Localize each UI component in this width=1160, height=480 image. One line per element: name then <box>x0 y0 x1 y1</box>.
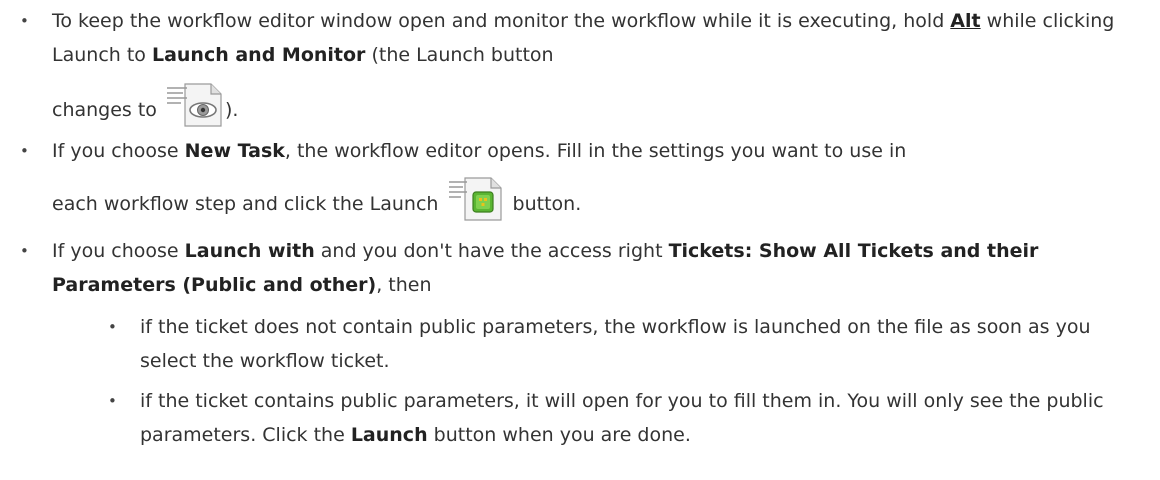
list-item-new-task: • If you choose New Task, the workflow e… <box>0 134 1150 234</box>
item-text: if the ticket does not contain public pa… <box>140 316 1091 372</box>
launch-monitor-eye-icon <box>165 80 223 130</box>
item-text: ). <box>224 99 239 121</box>
bullet: • <box>20 142 29 160</box>
item-text: button. <box>506 193 582 215</box>
item-text: To keep the workflow editor window open … <box>52 10 951 32</box>
launch-label: Launch <box>350 424 428 446</box>
bullet: • <box>20 12 29 30</box>
item-text: button when you are done. <box>427 424 691 446</box>
list-item-launch-with: • If you choose Launch with and you don'… <box>0 234 1150 452</box>
bullet: • <box>108 318 117 336</box>
item-text: If you choose <box>52 140 185 162</box>
sub-bullet-list: • if the ticket does not contain public … <box>52 310 1150 452</box>
item-text: each workflow step and click the Launch <box>52 193 445 215</box>
new-task-label: New Task <box>184 140 285 162</box>
launch-and-monitor-label: Launch and Monitor <box>151 44 366 66</box>
item-text: (the Launch button <box>365 44 554 66</box>
document-body: • To keep the workflow editor window ope… <box>0 0 1160 480</box>
item-text: changes to <box>52 99 163 121</box>
list-item-launch-monitor: • To keep the workflow editor window ope… <box>0 4 1150 134</box>
item-text: , the workflow editor opens. Fill in the… <box>284 140 907 162</box>
item-text: , then <box>376 274 432 296</box>
launch-with-label: Launch with <box>184 240 315 262</box>
bullet-list: • To keep the workflow editor window ope… <box>0 4 1150 458</box>
launch-green-icon <box>447 174 505 224</box>
item-text: If you choose <box>52 240 185 262</box>
bullet: • <box>20 242 29 260</box>
bullet: • <box>108 392 117 410</box>
sub-list-item-public-params: • if the ticket contains public paramete… <box>96 384 1150 452</box>
alt-key-label: Alt <box>950 10 981 32</box>
sub-list-item-no-public-params: • if the ticket does not contain public … <box>96 310 1150 378</box>
item-text: and you don't have the access right <box>314 240 669 262</box>
